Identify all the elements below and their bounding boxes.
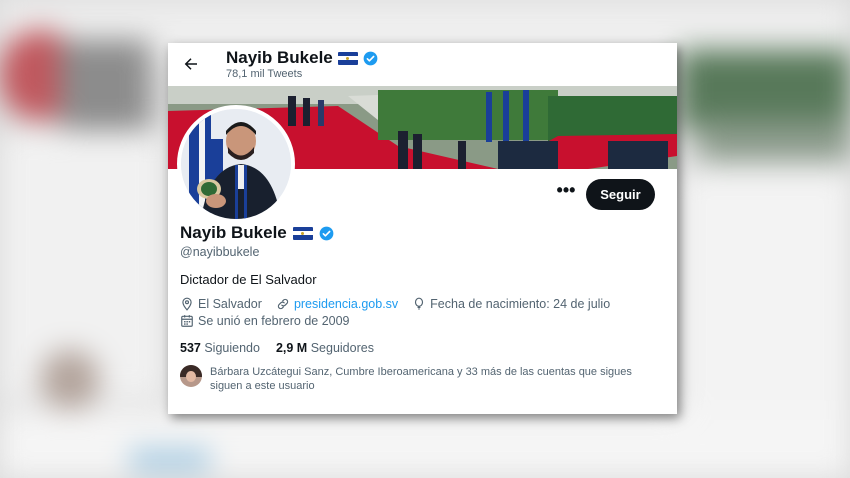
profile-meta-row: El Salvador presidencia.gob.sv Fecha de …	[180, 297, 624, 311]
following-link[interactable]: 537 Siguiendo	[180, 341, 260, 355]
known-followers-text: Bárbara Uzcátegui Sanz, Cumbre Iberoamer…	[210, 366, 632, 392]
tweet-count: 78,1 mil Tweets	[226, 68, 303, 80]
profile-handle: @nayibbukele	[180, 245, 260, 259]
header-name-row: Nayib Bukele	[226, 48, 378, 68]
joined-item: Se unió en febrero de 2009	[180, 314, 350, 328]
profile-header-bar: Nayib Bukele 78,1 mil Tweets	[168, 43, 677, 86]
location-item: El Salvador	[180, 297, 262, 311]
balloon-icon	[415, 297, 424, 310]
verified-badge-icon	[319, 226, 334, 240]
profile-name-row: Nayib Bukele	[180, 223, 334, 243]
birthday-text: Fecha de nacimiento: 24 de julio	[430, 297, 611, 311]
following-label: Siguiendo	[204, 341, 260, 355]
joined-text: Se unió en febrero de 2009	[198, 314, 350, 328]
website-link[interactable]: presidencia.gob.sv	[294, 297, 398, 311]
profile-name: Nayib Bukele	[180, 223, 287, 242]
avatar[interactable]	[177, 105, 295, 223]
profile-joined-row: Se unió en febrero de 2009	[180, 314, 364, 328]
avatar	[180, 365, 202, 387]
link-icon	[277, 298, 289, 310]
followers-link[interactable]: 2,9 M Seguidores	[276, 341, 374, 355]
followers-label: Seguidores	[310, 341, 374, 355]
profile-card: Nayib Bukele 78,1 mil Tweets ••• Seguir …	[168, 43, 677, 414]
known-followers[interactable]: Bárbara Uzcátegui Sanz, Cumbre Iberoamer…	[180, 365, 660, 393]
followers-count: 2,9 M	[275, 341, 308, 355]
el-salvador-flag-icon	[292, 226, 313, 240]
follow-button[interactable]: Seguir	[586, 179, 655, 210]
location-pin-icon	[182, 297, 192, 311]
calendar-icon	[181, 315, 193, 327]
profile-bio: Dictador de El Salvador	[180, 272, 317, 287]
more-options-button[interactable]: •••	[552, 179, 580, 207]
follow-stats: 537 Siguiendo 2,9 M Seguidores	[180, 341, 374, 355]
verified-badge-icon	[363, 51, 378, 65]
header-name: Nayib Bukele	[226, 48, 333, 67]
el-salvador-flag-icon	[337, 51, 358, 65]
website-item[interactable]: presidencia.gob.sv	[276, 297, 398, 311]
birthday-item: Fecha de nacimiento: 24 de julio	[412, 297, 610, 311]
following-count: 537	[180, 341, 201, 355]
arrow-left-icon[interactable]	[182, 55, 200, 73]
location-text: El Salvador	[198, 297, 262, 311]
